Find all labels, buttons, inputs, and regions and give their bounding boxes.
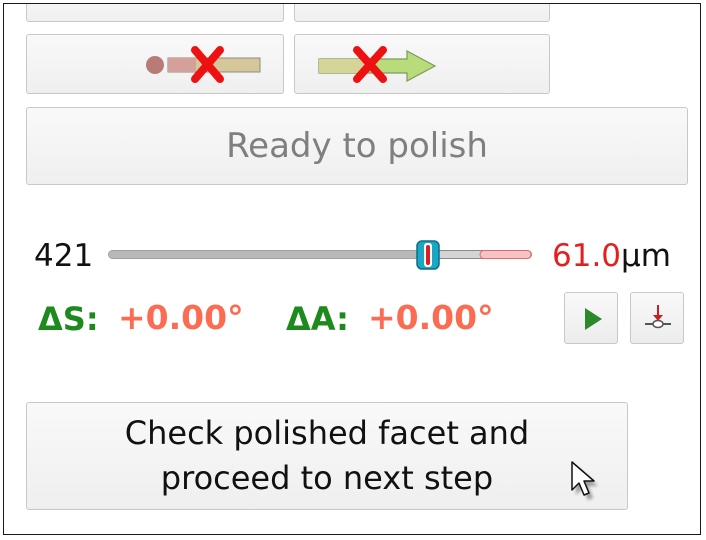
panel-frame: Ready to polish 421 61.0µm ΔS: +0.00° ΔA… — [3, 3, 701, 535]
top-button-right-partial[interactable] — [294, 4, 550, 22]
play-icon — [585, 308, 602, 330]
probe-tool-button[interactable] — [630, 292, 684, 344]
disabled-start-arrow-icon — [146, 46, 261, 83]
slider-value-label: 421 — [34, 238, 94, 274]
ready-to-polish-button[interactable]: Ready to polish — [26, 107, 688, 185]
thickness-value: 61.0 — [552, 238, 622, 274]
delta-a-value: +0.00° — [368, 298, 494, 337]
disabled-forward-arrow-icon — [318, 46, 437, 83]
check-button-line-1: Check polished facet and — [124, 414, 530, 452]
thickness-slider[interactable] — [108, 250, 532, 259]
delta-a-label: ΔA: — [286, 300, 349, 338]
slider-track-graphic — [108, 250, 532, 259]
thickness-unit: µm — [621, 238, 671, 274]
mouse-pointer-icon — [571, 461, 598, 500]
slider-handle[interactable] — [413, 238, 443, 272]
top-button-left-partial[interactable] — [26, 4, 284, 22]
start-step-button[interactable] — [26, 34, 284, 94]
ready-label: Ready to polish — [226, 126, 488, 166]
play-button[interactable] — [564, 292, 618, 344]
delta-s-label: ΔS: — [38, 300, 99, 338]
check-button-line-2: proceed to next step — [160, 459, 494, 497]
check-polished-facet-button[interactable]: Check polished facet and proceed to next… — [26, 402, 628, 510]
thickness-slider-row: 421 61.0µm — [4, 234, 700, 278]
delta-s-value: +0.00° — [118, 298, 244, 337]
probe-tool-icon — [645, 305, 671, 329]
forward-step-button[interactable] — [294, 34, 550, 94]
thickness-readout: 61.0µm — [552, 238, 671, 274]
